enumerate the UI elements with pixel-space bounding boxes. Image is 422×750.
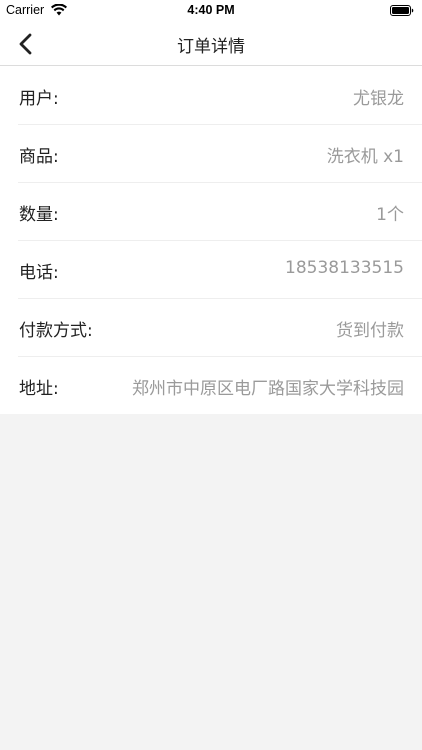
payment-method-value: 货到付款 [336,321,404,341]
clock: 4:40 PM [187,3,235,17]
navigation-bar: 订单详情 [0,22,422,66]
row-quantity: 数量: 1个 [0,182,422,240]
order-detail-list: 用户: 尤银龙 商品: 洗衣机 x1 数量: 1个 电话: 1853813351… [0,66,422,414]
row-address: 地址: 郑州市中原区电厂路国家大学科技园 [0,356,422,414]
quantity-value: 1个 [376,205,404,225]
phone-label: 电话: [19,263,59,283]
battery-icon [390,5,414,16]
product-value: 洗衣机 x1 [326,147,404,167]
address-value: 郑州市中原区电厂路国家大学科技园 [132,379,404,399]
address-label: 地址: [19,379,59,399]
row-product: 商品: 洗衣机 x1 [0,124,422,182]
product-label: 商品: [19,147,59,167]
quantity-label: 数量: [19,205,59,225]
order-detail-screen: Carrier 4:40 PM 订单详情 用户: 尤银龙 商品: 洗衣机 x1 … [0,0,422,750]
row-phone: 电话: 18538133515 [0,240,422,298]
row-user: 用户: 尤银龙 [0,66,422,124]
row-payment-method: 付款方式: 货到付款 [0,298,422,356]
page-title: 订单详情 [177,37,245,57]
user-value: 尤银龙 [353,89,404,109]
status-bar: Carrier 4:40 PM [0,0,422,22]
user-label: 用户: [19,89,59,109]
payment-method-label: 付款方式: [19,321,93,341]
phone-value: 18538133515 [285,258,404,278]
